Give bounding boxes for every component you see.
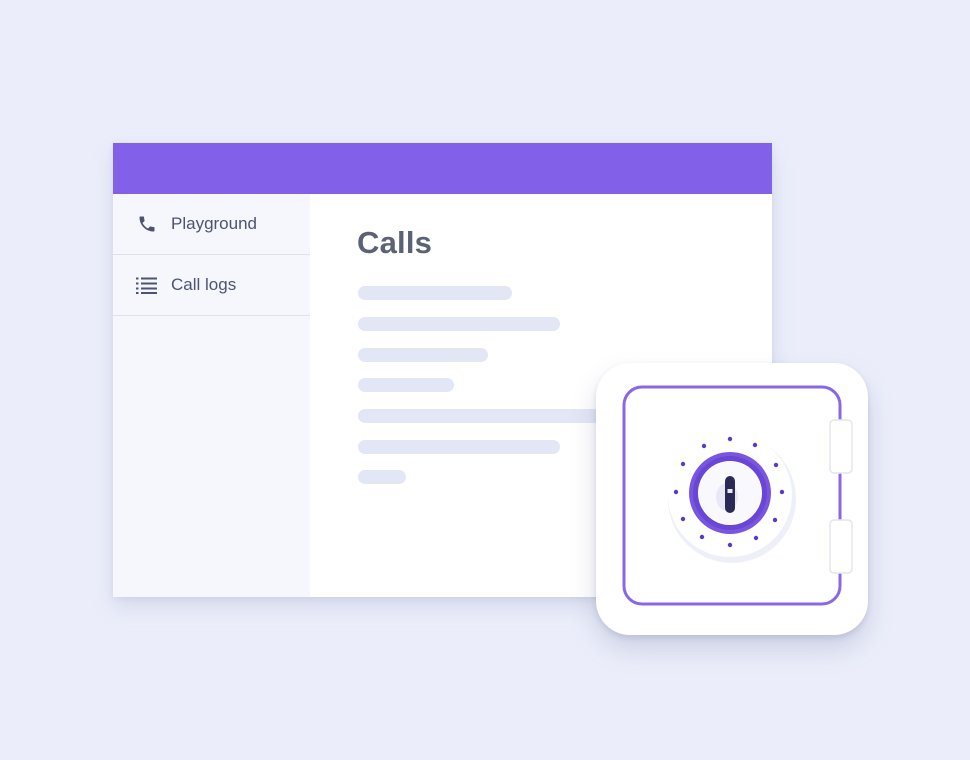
keyhole-icon [725,476,735,513]
sidebar: Playground Call logs [113,194,310,597]
skeleton-line [358,348,488,362]
sidebar-item-label: Playground [171,214,258,233]
safe-vault-illustration [596,363,868,635]
phone-icon [136,213,158,235]
hinge-bottom [829,519,853,574]
sidebar-item-playground[interactable]: Playground [113,194,310,255]
page-title: Calls [357,225,433,260]
sidebar-item-call-logs[interactable]: Call logs [113,255,310,316]
list-icon [136,274,158,296]
skeleton-line [358,470,406,484]
sidebar-item-label: Call logs [171,275,237,294]
skeleton-line [358,378,454,392]
skeleton-line [358,440,560,454]
hinge-top [829,419,853,474]
skeleton-line [358,286,512,300]
header-bar [113,143,772,194]
skeleton-line [358,317,560,331]
skeleton-line [358,409,608,423]
safe-vault-icon [622,385,853,606]
